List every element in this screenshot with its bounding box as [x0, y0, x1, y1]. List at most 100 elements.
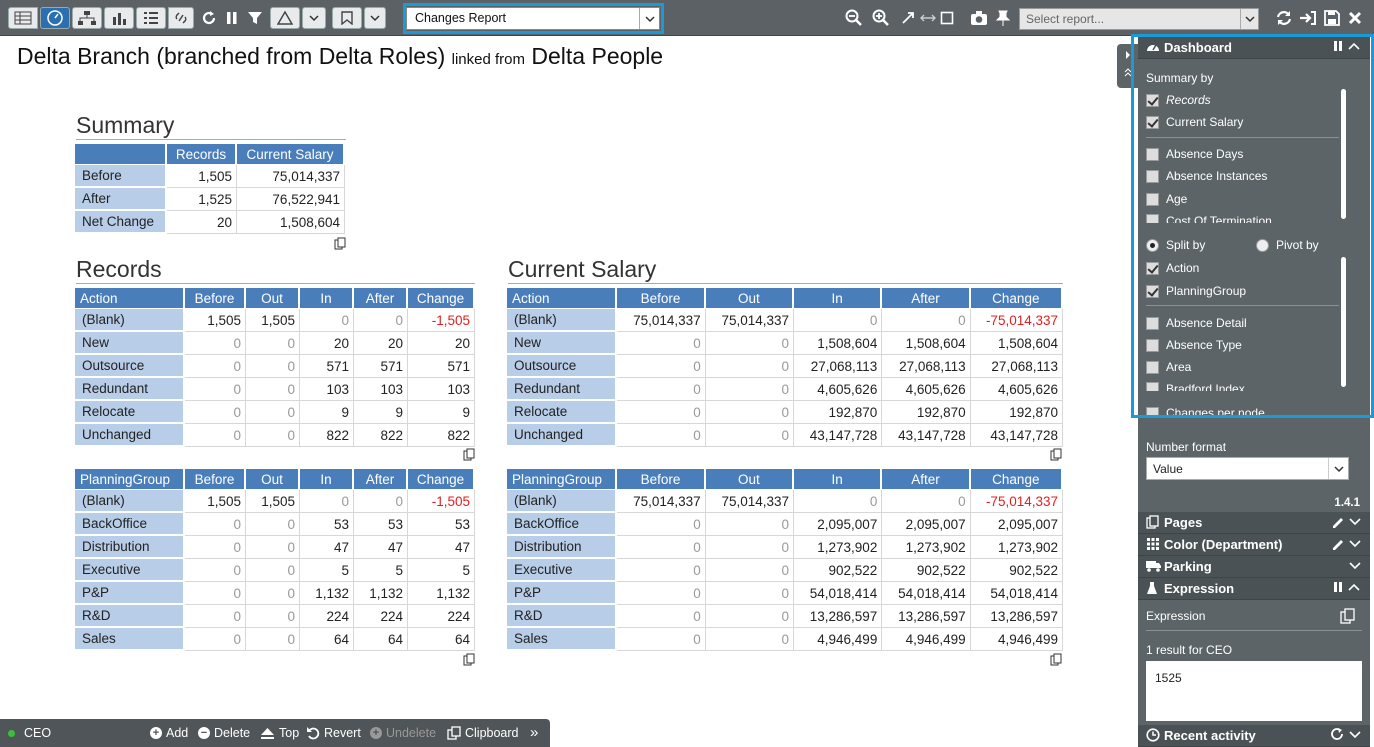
table-row[interactable]: R&D 0 0 13,286,597 13,286,597 13,286,597	[507, 605, 1063, 628]
camera-icon[interactable]	[968, 7, 990, 29]
edit-expand-icon[interactable]	[1330, 536, 1362, 553]
checkbox-action[interactable]: Action	[1146, 261, 1199, 275]
column-header[interactable]: Change	[408, 469, 475, 490]
fit-width-icon[interactable]	[918, 7, 938, 29]
row-label[interactable]: R&D	[507, 605, 618, 628]
table-row[interactable]: Unchanged 0 0 822 822 822	[75, 424, 475, 447]
column-header[interactable]: In	[300, 288, 354, 309]
checkbox-box[interactable]	[1146, 261, 1159, 275]
row-label[interactable]: Redundant	[75, 378, 185, 401]
column-header[interactable]: Before	[185, 288, 246, 309]
close-icon[interactable]	[1345, 7, 1365, 29]
checkbox-cost-of-termination[interactable]: Cost Of Termination	[1146, 214, 1272, 223]
checkbox-current-salary[interactable]: Current Salary	[1146, 115, 1243, 129]
column-header[interactable]: Before	[617, 469, 706, 490]
row-label[interactable]: P&P	[75, 582, 185, 605]
column-header[interactable]: Out	[246, 288, 300, 309]
row-label[interactable]: R&D	[75, 605, 185, 628]
summary-scrollbar[interactable]	[1341, 89, 1346, 219]
table-row[interactable]: P&P 0 0 54,018,414 54,018,414 54,018,414	[507, 582, 1063, 605]
checkbox-box[interactable]	[1146, 382, 1159, 391]
table-row[interactable]: BackOffice 0 0 53 53 53	[75, 513, 475, 536]
delta-dropdown-chevron-icon[interactable]	[302, 7, 326, 29]
table-row[interactable]: Redundant 0 0 103 103 103	[75, 378, 475, 401]
row-label[interactable]: Outsource	[75, 355, 185, 378]
revert-button[interactable]: Revert	[306, 726, 361, 740]
row-label[interactable]: Net Change	[75, 211, 167, 234]
checkbox-box[interactable]	[1146, 93, 1159, 107]
table-row[interactable]: Net Change 20 1,508,604	[75, 211, 345, 234]
save-icon[interactable]	[1321, 7, 1343, 29]
row-label[interactable]: Distribution	[507, 536, 618, 559]
changes-per-node-checkbox[interactable]: Changes per node	[1146, 406, 1265, 416]
table-row[interactable]: (Blank) 1,505 1,505 0 0 -1,505	[75, 309, 475, 332]
checkbox-box[interactable]	[1146, 169, 1159, 183]
column-header[interactable]: Before	[185, 469, 246, 490]
pages-section-header[interactable]: Pages	[1138, 512, 1370, 534]
dashboard-view-icon[interactable]	[40, 7, 70, 29]
table-view-icon[interactable]	[8, 7, 38, 29]
table-row[interactable]: Executive 0 0 5 5 5	[75, 559, 475, 582]
row-label[interactable]: (Blank)	[75, 309, 185, 332]
split-scrollbar[interactable]	[1341, 257, 1346, 387]
number-format-select[interactable]: Value	[1146, 457, 1349, 480]
select-report-dropdown[interactable]: Select report...	[1019, 8, 1259, 30]
table-row[interactable]: Distribution 0 0 47 47 47	[75, 536, 475, 559]
table-row[interactable]: Sales 0 0 4,946,499 4,946,499 4,946,499	[507, 628, 1063, 651]
column-header[interactable]: Action	[75, 288, 185, 309]
edit-expand-icon[interactable]	[1330, 514, 1362, 531]
table-row[interactable]: BackOffice 0 0 2,095,007 2,095,007 2,095,007	[507, 513, 1063, 536]
row-label[interactable]: BackOffice	[75, 513, 185, 536]
row-label[interactable]: (Blank)	[507, 309, 618, 332]
checkbox-area[interactable]: Area	[1146, 360, 1191, 374]
bookmark-icon[interactable]	[332, 7, 362, 29]
panel-collapse-tab[interactable]	[1117, 44, 1138, 88]
table-row[interactable]: Unchanged 0 0 43,147,728 43,147,728 43,147,72…	[507, 424, 1063, 447]
column-header[interactable]: After	[882, 288, 971, 309]
table-row[interactable]: Relocate 0 0 192,870 192,870 192,870	[507, 401, 1063, 424]
column-header[interactable]: In	[794, 469, 883, 490]
table-row[interactable]: Sales 0 0 64 64 64	[75, 628, 475, 651]
row-label[interactable]: BackOffice	[507, 513, 618, 536]
row-label[interactable]: New	[507, 332, 618, 355]
color-section-header[interactable]: Color (Department)	[1138, 534, 1370, 556]
table-row[interactable]: (Blank) 75,014,337 75,014,337 0 0 -75,014,337	[507, 490, 1063, 513]
table-row[interactable]: Distribution 0 0 1,273,902 1,273,902 1,273,90…	[507, 536, 1063, 559]
recent-activity-header[interactable]: Recent activity	[1138, 725, 1370, 747]
row-label[interactable]: P&P	[507, 582, 618, 605]
more-button[interactable]: »	[530, 724, 538, 741]
row-label[interactable]: Sales	[75, 628, 185, 651]
row-label[interactable]: Distribution	[75, 536, 185, 559]
row-label[interactable]: Before	[75, 165, 167, 188]
fullscreen-icon[interactable]	[938, 7, 956, 29]
pause-icon[interactable]	[222, 7, 242, 29]
clipboard-button[interactable]: Clipboard	[447, 726, 519, 740]
column-header[interactable]: Before	[617, 288, 706, 309]
table-row[interactable]: Before 1,505 75,014,337	[75, 165, 345, 188]
chart-icon[interactable]	[104, 7, 134, 29]
column-header[interactable]: Current Salary	[237, 144, 345, 165]
row-label[interactable]: Executive	[75, 559, 185, 582]
copy-icon[interactable]	[463, 653, 476, 666]
pause-collapse-icon[interactable]	[1332, 39, 1362, 56]
column-header[interactable]: Change	[970, 288, 1063, 309]
chevron-down-icon[interactable]	[1348, 558, 1362, 575]
table-row[interactable]: Redundant 0 0 4,605,626 4,605,626 4,605,626	[507, 378, 1063, 401]
table-row[interactable]: Relocate 0 0 9 9 9	[75, 401, 475, 424]
list-icon[interactable]	[136, 7, 166, 29]
org-chart-icon[interactable]	[72, 7, 102, 29]
zoom-in-icon[interactable]	[870, 7, 892, 29]
split-by-radio[interactable]: Split by	[1146, 238, 1205, 252]
table-row[interactable]: R&D 0 0 224 224 224	[75, 605, 475, 628]
row-label[interactable]: (Blank)	[507, 490, 618, 513]
row-label[interactable]: (Blank)	[75, 490, 185, 513]
column-header[interactable]: Change	[970, 469, 1063, 490]
bookmark-dropdown-chevron-icon[interactable]	[364, 7, 386, 29]
column-header[interactable]: PlanningGroup	[507, 469, 618, 490]
checkbox-planninggroup[interactable]: PlanningGroup	[1146, 284, 1246, 298]
checkbox-box[interactable]	[1146, 115, 1159, 129]
copy-icon[interactable]	[1050, 653, 1063, 666]
table-row[interactable]: Executive 0 0 902,522 902,522 902,522	[507, 559, 1063, 582]
table-row[interactable]: New 0 0 20 20 20	[75, 332, 475, 355]
row-label[interactable]: Relocate	[75, 401, 185, 424]
